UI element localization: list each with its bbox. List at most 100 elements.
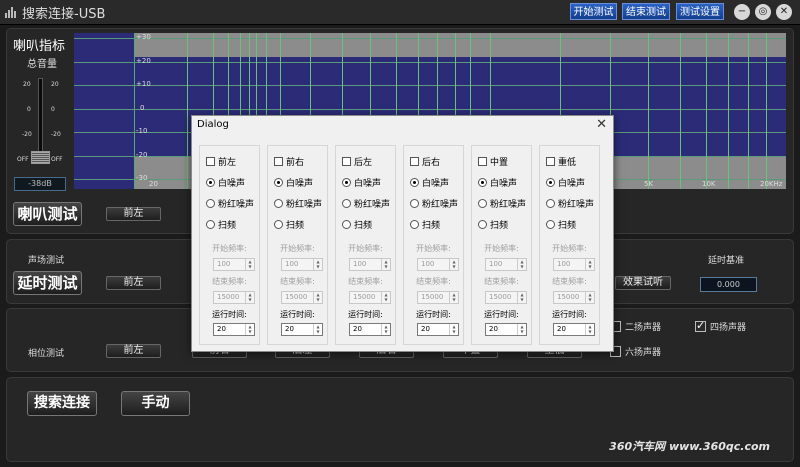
sweep-radio[interactable] [546,220,555,229]
white-noise-radio[interactable] [546,178,555,187]
manual-button[interactable]: 手动 [121,391,190,416]
end-freq-spinbox[interactable]: 15000 ▲ ▼ [417,291,459,304]
two-speaker-label: 二扬声器 [625,323,662,333]
sweep-radio[interactable] [342,220,351,229]
phase-label: 相位测试 [28,349,65,359]
end-freq-spinbox[interactable]: 15000 ▲ ▼ [553,291,595,304]
end-freq-spinbox[interactable]: 15000 ▲ ▼ [349,291,391,304]
channel-checkbox[interactable] [478,157,487,166]
end-freq-spinbox[interactable]: 15000 ▲ ▼ [213,291,255,304]
channel-name: 重低 [558,158,577,168]
end-test-button[interactable]: 结束测试 [622,3,670,20]
channel-name: 后左 [354,158,373,168]
sweep-radio[interactable] [478,220,487,229]
dialog-close-icon[interactable]: ✕ [596,117,607,132]
start-freq-spinbox[interactable]: 100 ▲ ▼ [349,258,391,271]
title-bar: 搜索连接-USB 开始测试 结束测试 测试设置 − ◎ ✕ [0,0,800,25]
four-speaker-label: 四扬声器 [710,323,747,333]
volume-label: 总音量 [27,59,57,70]
pink-noise-radio[interactable] [478,199,487,208]
db-tick: 0 [140,104,145,112]
start-freq-spinbox[interactable]: 100 ▲ ▼ [281,258,323,271]
search-connect-button[interactable]: 搜索连接 [27,391,97,416]
close-icon[interactable]: ✕ [776,4,792,20]
db-tick: +10 [136,80,151,88]
test-settings-button[interactable]: 测试设置 [676,3,724,20]
speaker-channel-button[interactable]: 前左 [106,207,161,221]
run-time-spinbox[interactable]: 20 ▲ ▼ [281,323,323,336]
pink-noise-radio[interactable] [274,199,283,208]
channel-checkbox[interactable] [206,157,215,166]
channel-name: 前左 [218,158,237,168]
sweep-radio[interactable] [410,220,419,229]
channel-name: 中置 [490,158,509,168]
delay-base-field[interactable]: 0.000 [700,277,757,292]
run-time-spinbox[interactable]: 20 ▲ ▼ [349,323,391,336]
pink-noise-radio[interactable] [342,199,351,208]
channel-group-front-left: 前左 白噪声 粉红噪声 扫频 开始频率: 100 ▲ ▼ 结束频率: 15000 ▲ ▼… [199,145,260,345]
db-tick: +20 [136,57,151,65]
start-freq-spinbox[interactable]: 100 ▲ ▼ [417,258,459,271]
delay-test-button[interactable]: 延时测试 [13,271,82,295]
channel-group-center: 中置 白噪声 粉红噪声 扫频 开始频率: 100 ▲ ▼ 结束频率: 15000 ▲ ▼… [471,145,532,345]
app-window: 搜索连接-USB 开始测试 结束测试 测试设置 − ◎ ✕ 喇叭指标 总音量 2… [0,0,800,467]
db-tick: +30 [136,33,151,41]
pink-noise-radio[interactable] [206,199,215,208]
volume-readout: -38dB [14,177,66,191]
sweep-radio[interactable] [274,220,283,229]
run-time-spinbox[interactable]: 20 ▲ ▼ [213,323,255,336]
channel-checkbox[interactable] [410,157,419,166]
phase-button-front-left[interactable]: 前左 [106,344,161,358]
fader-handle[interactable] [31,151,50,164]
dialog-title: Dialog [197,119,229,130]
channel-group-front-right: 前右 白噪声 粉红噪声 扫频 开始频率: 100 ▲ ▼ 结束频率: 15000 ▲ ▼… [267,145,328,345]
run-time-spinbox[interactable]: 20 ▲ ▼ [485,323,527,336]
white-noise-radio[interactable] [478,178,487,187]
freq-tick: 20KHz [760,180,783,188]
start-test-button[interactable]: 开始测试 [570,3,617,20]
db-tick: -30 [136,174,148,182]
pink-noise-radio[interactable] [546,199,555,208]
channel-name: 后右 [422,158,441,168]
sound-field-label: 声场测试 [28,256,65,266]
white-noise-radio[interactable] [206,178,215,187]
app-logo-icon [5,6,17,18]
channel-checkbox[interactable] [546,157,555,166]
freq-tick: 20 [149,180,158,188]
pink-noise-radio[interactable] [410,199,419,208]
sound-field-channel-button[interactable]: 前左 [106,276,161,290]
four-speaker-checkbox[interactable] [695,319,706,332]
white-noise-radio[interactable] [410,178,419,187]
channel-name: 前右 [286,158,305,168]
graph-upper-band [134,33,786,57]
channel-checkbox[interactable] [342,157,351,166]
channel-group-subwoofer: 重低 白噪声 粉红噪声 扫频 开始频率: 100 ▲ ▼ 结束频率: 15000 ▲ ▼… [539,145,600,345]
delay-base-label: 延时基准 [708,256,745,266]
start-freq-spinbox[interactable]: 100 ▲ ▼ [485,258,527,271]
end-freq-spinbox[interactable]: 15000 ▲ ▼ [281,291,323,304]
watermark: 360汽车网 www.360qc.com [609,440,770,453]
run-time-spinbox[interactable]: 20 ▲ ▼ [553,323,595,336]
channel-group-rear-right: 后右 白噪声 粉红噪声 扫频 开始频率: 100 ▲ ▼ 结束频率: 15000 ▲ ▼… [403,145,464,345]
freq-tick: 5K [644,180,654,188]
restore-icon[interactable]: ◎ [755,4,771,20]
channel-checkbox[interactable] [274,157,283,166]
minimize-icon[interactable]: − [734,4,750,20]
db-tick: -20 [136,151,148,159]
test-signal-dialog: Dialog ✕ 前左 白噪声 粉红噪声 扫频 开始频率: 100 ▲ ▼ 结束频率… [191,115,614,352]
freq-tick: 10K [702,180,716,188]
white-noise-radio[interactable] [342,178,351,187]
run-time-spinbox[interactable]: 20 ▲ ▼ [417,323,459,336]
window-title: 搜索连接-USB [22,7,106,22]
db-tick: -10 [136,127,148,135]
speaker-test-button[interactable]: 喇叭测试 [13,202,82,226]
channel-group-rear-left: 后左 白噪声 粉红噪声 扫频 开始频率: 100 ▲ ▼ 结束频率: 15000 ▲ ▼… [335,145,396,345]
white-noise-radio[interactable] [274,178,283,187]
sweep-radio[interactable] [206,220,215,229]
end-freq-spinbox[interactable]: 15000 ▲ ▼ [485,291,527,304]
start-freq-spinbox[interactable]: 100 ▲ ▼ [553,258,595,271]
start-freq-spinbox[interactable]: 100 ▲ ▼ [213,258,255,271]
effect-preview-button[interactable]: 效果试听 [615,276,671,290]
speaker-panel-title: 喇叭指标 [13,39,66,54]
six-speaker-label: 六扬声器 [625,348,662,358]
